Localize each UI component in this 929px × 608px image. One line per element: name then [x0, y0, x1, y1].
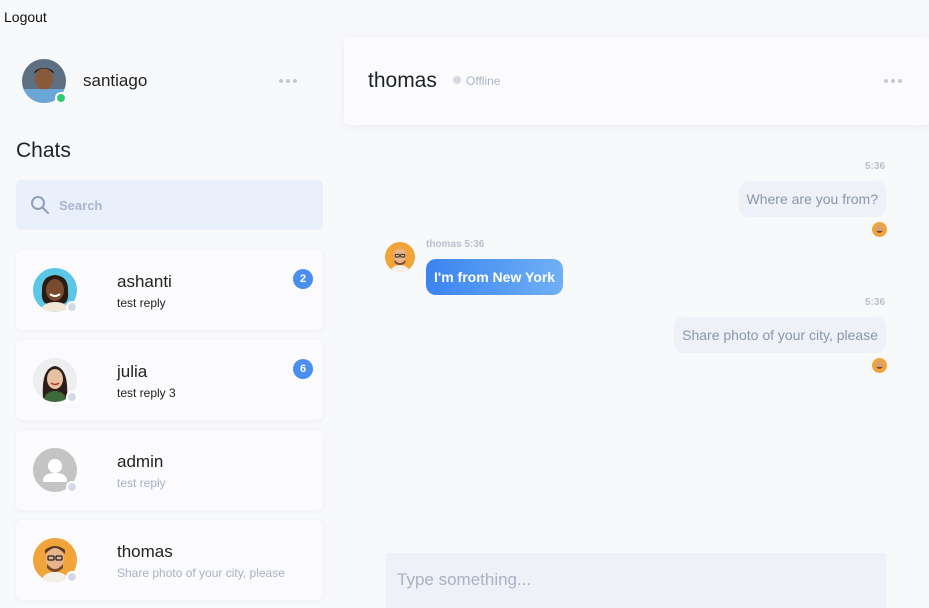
online-status-dot [55, 92, 67, 104]
current-user-panel: santiago [22, 59, 312, 104]
contact-avatar [33, 358, 78, 403]
message-time: 5:36 [865, 297, 886, 308]
message-time: 5:36 [464, 239, 485, 250]
message-input[interactable] [397, 565, 867, 595]
presence-status: Offline [466, 74, 501, 88]
chat-list-item-ashanti[interactable]: ashanti test reply 2 [16, 250, 323, 330]
search-box [16, 180, 323, 230]
offline-status-dot [66, 391, 78, 403]
incoming-message: I'm from New York [426, 259, 564, 295]
chats-heading: Chats [16, 139, 71, 162]
offline-status-dot [66, 571, 78, 583]
user-photo-icon [872, 222, 887, 237]
contact-name: admin [117, 452, 164, 471]
current-user-name: santiago [83, 71, 148, 90]
conversation-contact-name: thomas [368, 69, 437, 92]
message-composer [386, 553, 886, 608]
unread-count-badge: 2 [293, 269, 313, 289]
last-message-preview: Share photo of your city, please [117, 566, 285, 580]
last-message-preview: test reply 3 [117, 386, 176, 400]
last-message-preview: test reply [117, 476, 166, 490]
chat-list-item-thomas[interactable]: thomas Share photo of your city, please [16, 520, 323, 600]
contact-avatar [33, 268, 78, 313]
conversation-menu-dots-icon[interactable] [884, 79, 902, 83]
message-time: 5:36 [865, 161, 886, 172]
user-photo-icon [872, 358, 887, 373]
sender-avatar [872, 358, 887, 373]
outgoing-message: Where are you from? [738, 181, 886, 217]
incoming-message-meta: thomas 5:36 [426, 239, 484, 250]
search-input[interactable] [59, 180, 309, 230]
last-message-preview: test reply [117, 296, 166, 310]
logout-link[interactable]: Logout [4, 9, 47, 25]
chat-list-item-admin[interactable]: admin test reply [16, 430, 323, 510]
outgoing-message: Share photo of your city, please [674, 317, 886, 353]
user-photo-icon [385, 242, 415, 272]
presence-dot [453, 76, 461, 84]
contact-name: thomas [117, 542, 173, 561]
incoming-sender-avatar [385, 242, 415, 272]
offline-status-dot [66, 301, 78, 313]
contact-name: julia [117, 362, 148, 381]
user-menu-dots-icon[interactable] [279, 79, 297, 83]
incoming-sender-name: thomas [426, 239, 462, 250]
chat-list-item-julia[interactable]: julia test reply 3 6 [16, 340, 323, 420]
offline-status-dot [66, 481, 78, 493]
unread-count-badge: 6 [293, 359, 313, 379]
contact-avatar [33, 448, 78, 493]
sender-avatar [872, 222, 887, 237]
contact-avatar [33, 538, 78, 583]
conversation-header: thomas Offline [344, 37, 929, 125]
contact-name: ashanti [117, 272, 172, 291]
search-icon [31, 196, 49, 214]
current-user-avatar[interactable] [22, 59, 67, 104]
